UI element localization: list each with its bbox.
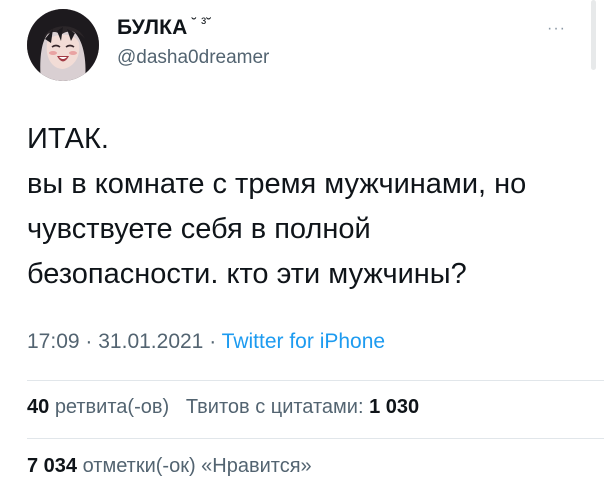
tweet-time[interactable]: 17:09 (27, 330, 80, 353)
retweets-count: 40 (27, 396, 50, 418)
avatar[interactable] (27, 9, 99, 81)
more-options-icon[interactable]: ··· (547, 20, 566, 38)
stats-row-retweets: 40 ретвита(-ов) Твитов с цитатами: 1 030 (27, 396, 419, 419)
retweets-label: ретвита(-ов) (54, 396, 170, 418)
display-name[interactable]: БУЛКА ˘ ³˘ (117, 15, 212, 40)
scrollbar[interactable] (591, 0, 596, 70)
tweet-line: вы в комнате с тремя мужчинами, но (27, 168, 527, 200)
tweet-text: ИТАК. вы в комнате с тремя мужчинами, но… (27, 117, 587, 297)
likes-stat[interactable]: 7 034 отметки(-ок) «Нравится» (27, 455, 312, 478)
user-handle[interactable]: @dasha0dreamer (117, 47, 269, 69)
avatar-image (27, 9, 99, 81)
likes-label: отметки(-ок) «Нравится» (82, 455, 312, 477)
display-name-emoticon: ˘ ³˘ (191, 15, 212, 32)
meta-separator: · (85, 330, 93, 353)
display-name-text: БУЛКА (117, 16, 188, 39)
tweet-line: чувствуете себя в полной (27, 213, 371, 245)
quotes-stat[interactable]: Твитов с цитатами: 1 030 (186, 396, 419, 418)
tweet-meta: 17:09 · 31.01.2021 · Twitter for iPhone (27, 330, 385, 354)
tweet-date[interactable]: 31.01.2021 (98, 330, 203, 353)
tweet-line: безопасности. кто эти мужчины? (27, 258, 467, 290)
tweet-line: ИТАК. (27, 123, 109, 155)
retweets-stat[interactable]: 40 ретвита(-ов) (27, 396, 169, 418)
meta-separator: · (209, 330, 217, 353)
quotes-count: 1 030 (369, 396, 420, 418)
tweet-source-link[interactable]: Twitter for iPhone (222, 330, 385, 353)
divider (27, 438, 604, 439)
divider (27, 380, 604, 381)
quotes-label: Твитов с цитатами: (185, 396, 364, 418)
likes-count: 7 034 (27, 455, 78, 477)
